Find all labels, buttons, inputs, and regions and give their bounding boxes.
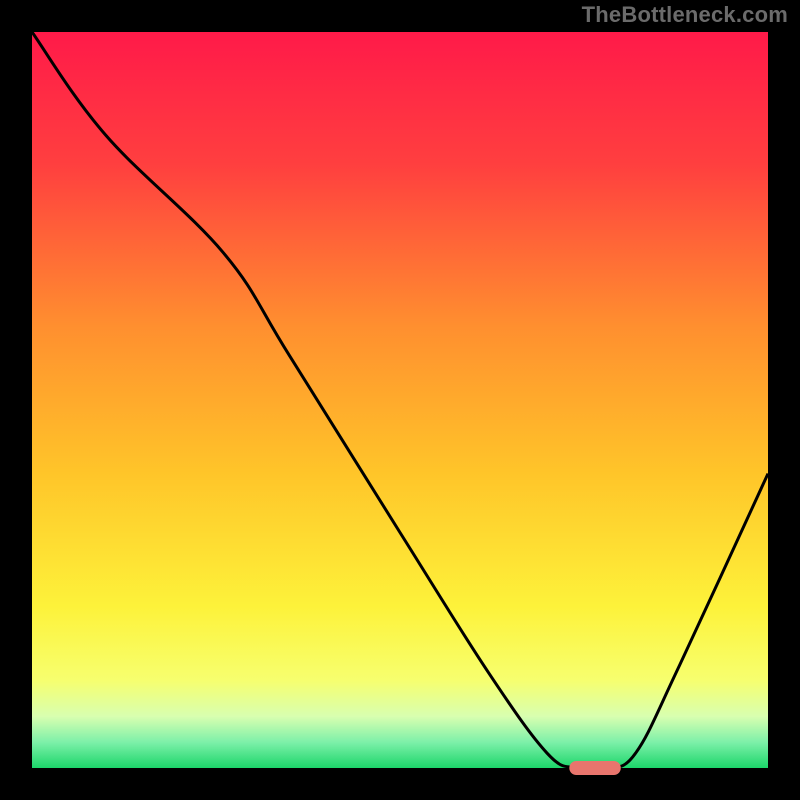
optimal-marker (569, 761, 621, 775)
chart-container: TheBottleneck.com (0, 0, 800, 800)
chart-gradient-area (32, 32, 768, 768)
bottleneck-chart (0, 0, 800, 800)
watermark-text: TheBottleneck.com (582, 2, 788, 28)
